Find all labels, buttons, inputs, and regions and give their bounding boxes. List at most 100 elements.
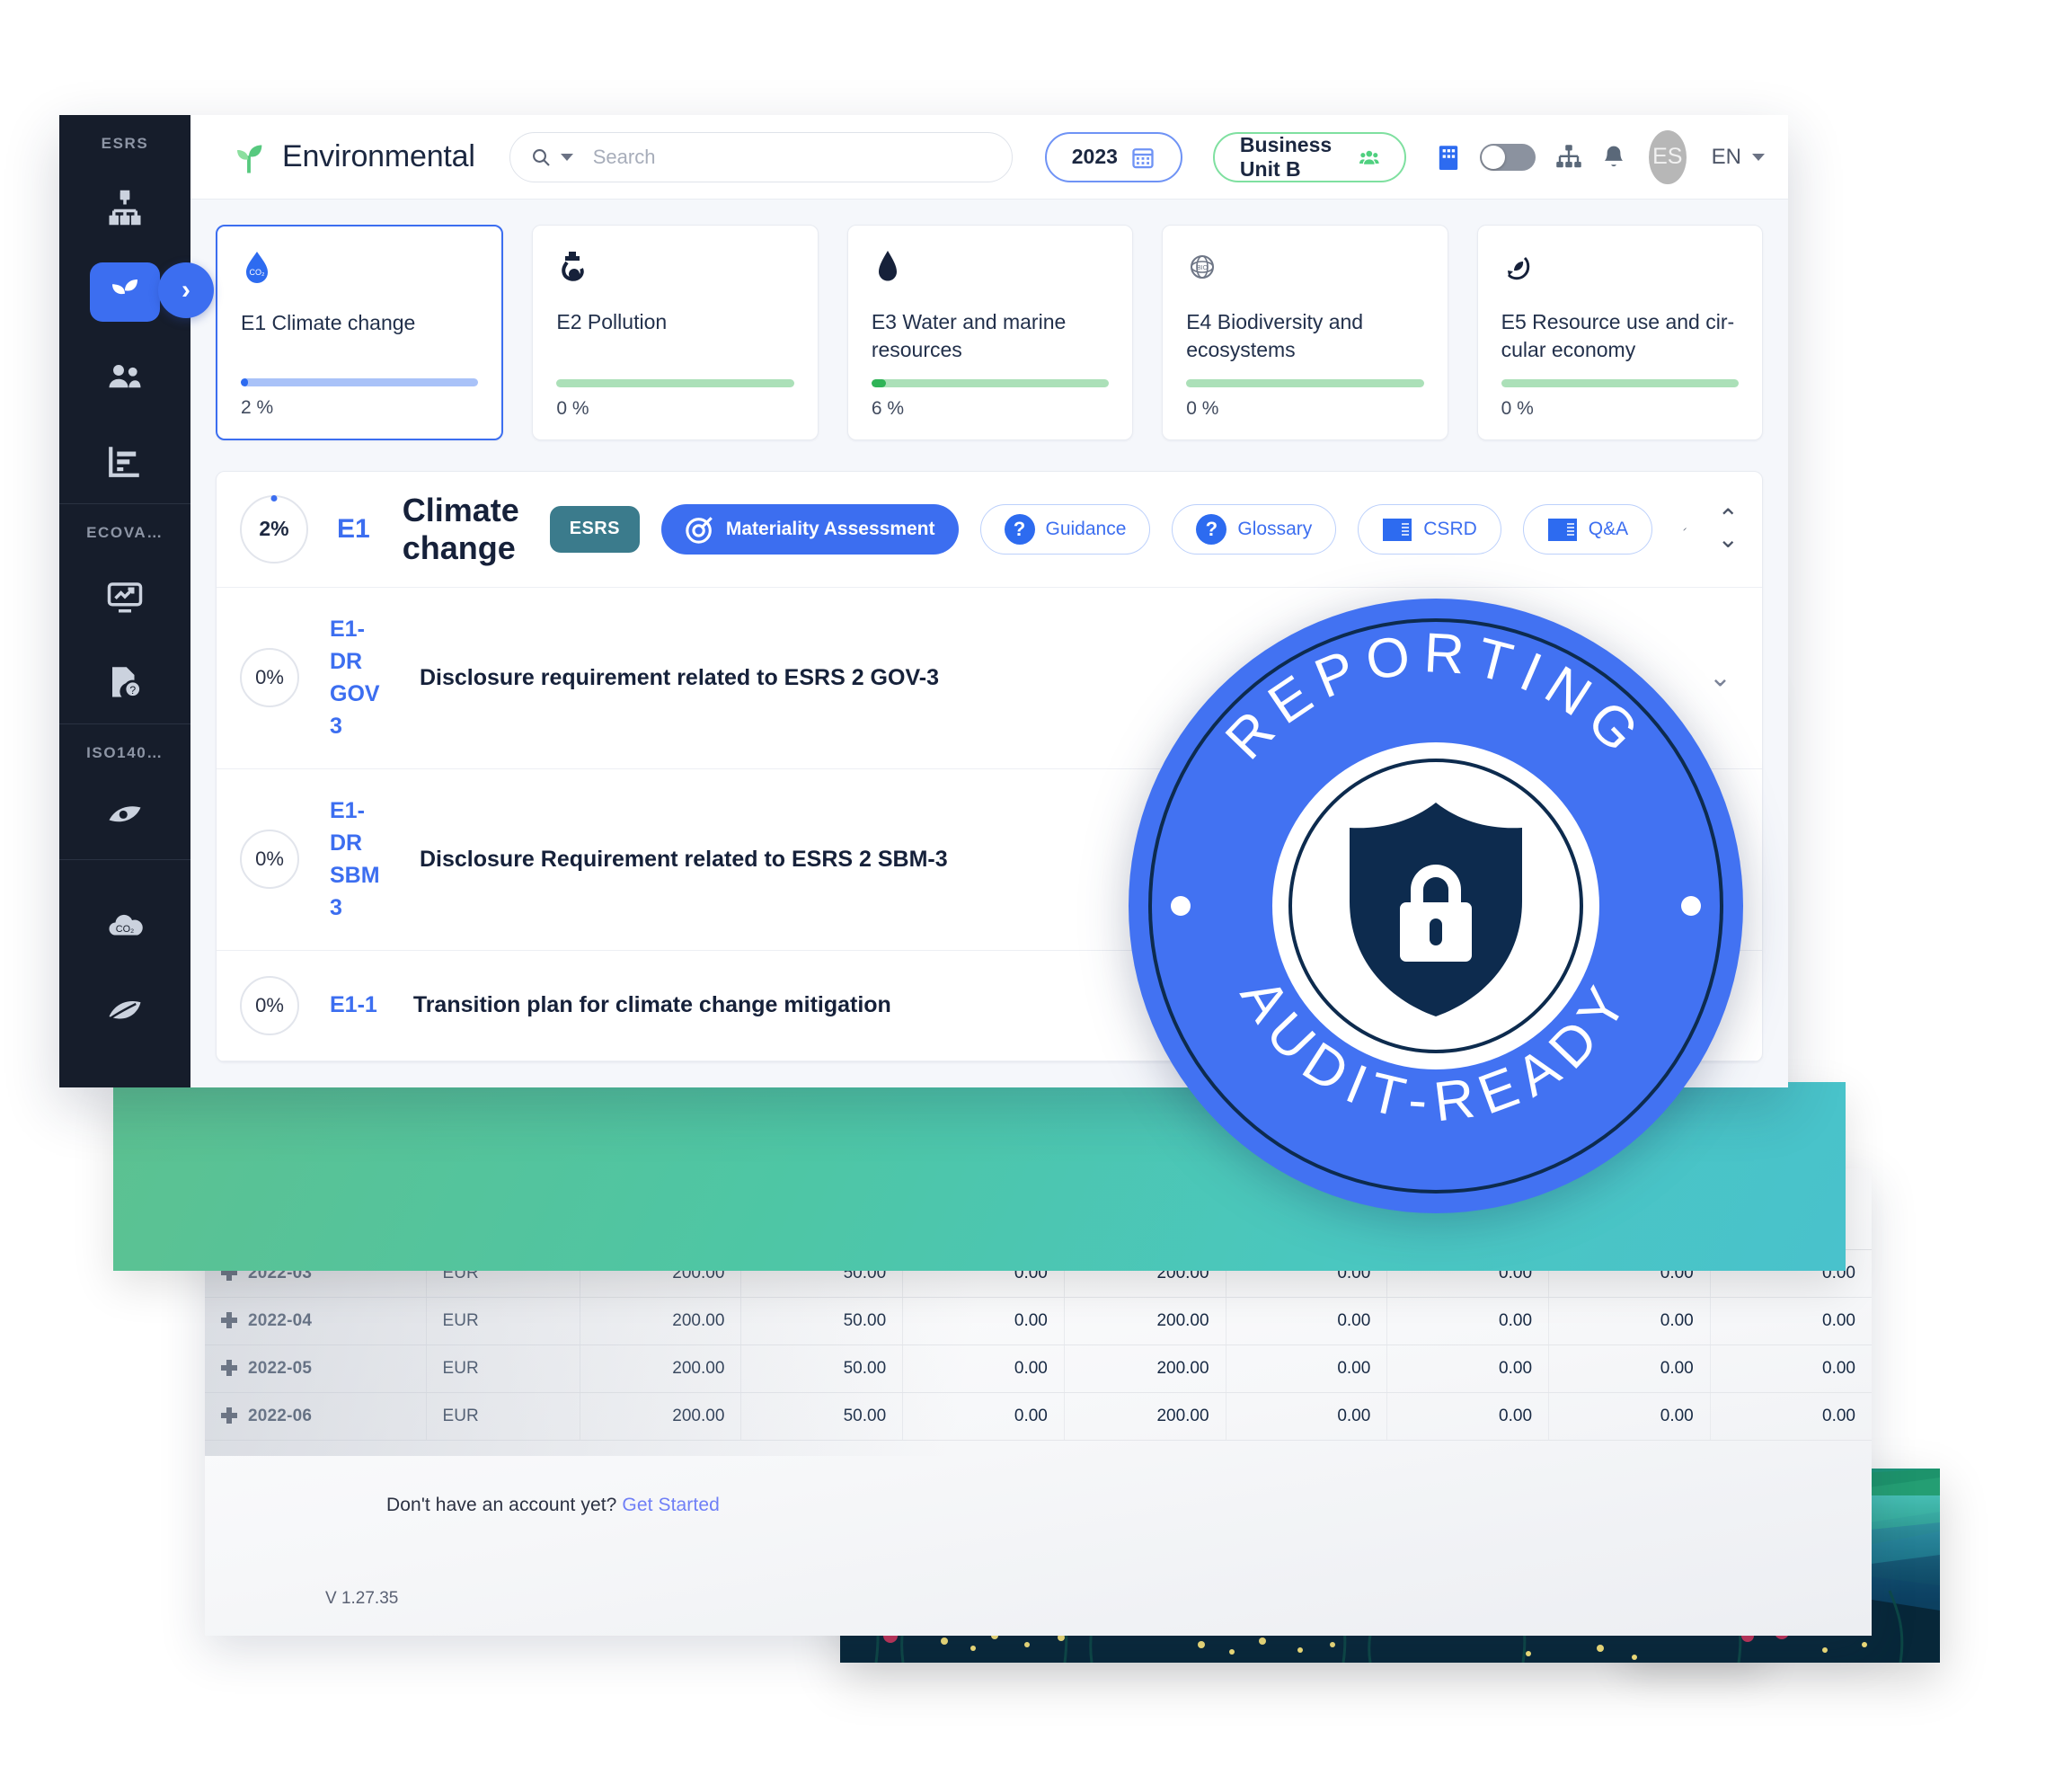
qa-button[interactable]: Q&A: [1522, 503, 1653, 555]
search-input[interactable]: Search: [509, 131, 1013, 182]
org-tree-icon[interactable]: [1555, 144, 1582, 170]
cell-value: 200.00: [580, 1297, 742, 1345]
progress-track: [1186, 378, 1424, 387]
year-selector[interactable]: 2023: [1044, 131, 1182, 182]
progress-fill: [241, 377, 248, 386]
progress-label: 0 %: [1501, 397, 1534, 419]
csrd-button[interactable]: CSRD: [1358, 503, 1501, 555]
cell-value: 0.00: [1226, 1297, 1388, 1345]
building-toggle[interactable]: [1479, 143, 1536, 171]
row-progress-ring: 0%: [240, 648, 299, 708]
row-title: Transition plan for climate change mitig…: [412, 992, 891, 1018]
button-label: Guidance: [1045, 518, 1127, 539]
glossary-button[interactable]: ? Glossary: [1172, 503, 1337, 555]
search-placeholder: Search: [592, 145, 656, 168]
cell-period: 2022-06: [205, 1392, 427, 1441]
table-row[interactable]: 2022-05 EUR 200.00 50.00 0.00 200.00 0.0…: [205, 1344, 1872, 1393]
row-progress-value: 0%: [255, 993, 284, 1016]
progress-track: [1501, 378, 1740, 387]
cell-value: 0.00: [902, 1344, 1065, 1393]
seal-dot-left: [1171, 896, 1191, 916]
caret-down-icon: [1752, 153, 1765, 161]
cell-value: 0.00: [1386, 1392, 1550, 1441]
plus-icon[interactable]: [221, 1312, 237, 1328]
caret-down-icon[interactable]: [560, 153, 573, 161]
sidebar-section-label-ecovadis: ECOVA…: [86, 524, 164, 541]
language-selector[interactable]: EN: [1712, 145, 1765, 170]
sidebar: ESRS ECOVA… ? ISO140… CO₂: [59, 115, 190, 1087]
materiality-assessment-button[interactable]: Materiality Assessment: [660, 503, 959, 555]
row-code: E1-1: [330, 992, 377, 1018]
sidebar-item-reports[interactable]: [90, 431, 160, 491]
question-circle-icon: ?: [1004, 513, 1035, 545]
cell-value: 200.00: [580, 1392, 742, 1441]
sidebar-item-environmental[interactable]: [90, 262, 160, 322]
table-body: 2022-03 EUR 200.00 50.00 0.00 200.00 0.0…: [205, 1249, 1872, 1441]
cell-value: 0.00: [1386, 1297, 1550, 1345]
row-progress-ring: 0%: [240, 830, 299, 890]
svg-text:CO₂: CO₂: [116, 924, 134, 935]
panel-progress-ring: 2%: [240, 494, 308, 564]
cell-value: 0.00: [1548, 1344, 1711, 1393]
sidebar-item-questionnaire[interactable]: ?: [90, 652, 160, 711]
topic-cards-row: CO₂ E1 Climate change 2 % E2 Pollution 0…: [216, 225, 1764, 440]
biodiversity-icon: BIO: [1186, 249, 1423, 288]
row-code: E1-DR GOV 3: [330, 616, 380, 740]
topbar-icons: [1437, 143, 1625, 171]
progress-track: [871, 378, 1110, 387]
audit-ready-seal: REPORTING AUDIT-READY: [1121, 591, 1750, 1220]
sidebar-expand-button[interactable]: ›: [158, 262, 214, 318]
cell-currency: EUR: [426, 1297, 580, 1345]
guidance-button[interactable]: ? Guidance: [979, 503, 1151, 555]
sidebar-item-social[interactable]: [90, 347, 160, 406]
sprout-icon: [112, 280, 137, 308]
sidebar-item-dashboard[interactable]: [90, 567, 160, 626]
cell-value: 0.00: [902, 1297, 1065, 1345]
button-label: CSRD: [1423, 518, 1477, 539]
row-progress-value: 0%: [255, 848, 284, 871]
pencil-icon[interactable]: [1683, 516, 1687, 543]
topic-title: E1 Climate change: [241, 311, 416, 334]
book-icon: [1383, 518, 1412, 541]
panel-header: 2% E1 Climate change ESRS Materiality As…: [217, 472, 1762, 588]
sidebar-item-iso14001[interactable]: [90, 787, 160, 847]
cell-value: 50.00: [740, 1297, 904, 1345]
cell-value: 0.00: [1710, 1392, 1872, 1441]
table-row[interactable]: 2022-04 EUR 200.00 50.00 0.00 200.00 0.0…: [205, 1297, 1872, 1345]
year-value: 2023: [1071, 145, 1118, 168]
target-icon: [686, 516, 713, 544]
avatar[interactable]: ES: [1648, 129, 1687, 184]
get-started-link[interactable]: Get Started: [622, 1495, 720, 1515]
sidebar-item-organisation[interactable]: [90, 178, 160, 237]
water-drop-icon: [872, 249, 1109, 288]
sidebar-divider: [59, 859, 190, 860]
topic-card-e5[interactable]: E5 Resource use and cir-cular economy 0 …: [1476, 225, 1764, 440]
version-label: V 1.27.35: [325, 1589, 399, 1608]
sort-updown-icon[interactable]: ⌃ ⌄: [1718, 506, 1739, 551]
plus-icon[interactable]: [221, 1360, 237, 1376]
cell-currency: EUR: [426, 1392, 580, 1441]
bell-icon[interactable]: [1602, 144, 1625, 171]
search-icon: [532, 148, 550, 166]
cell-value: 0.00: [1548, 1392, 1711, 1441]
sidebar-item-sustainability[interactable]: [90, 981, 160, 1040]
topic-card-e1[interactable]: CO₂ E1 Climate change 2 %: [216, 225, 504, 440]
svg-text:CO₂: CO₂: [250, 268, 266, 277]
financial-data-table: 2022-03 EUR 200.00 50.00 0.00 200.00 0.0…: [205, 1249, 1872, 1441]
book-icon: [1547, 518, 1577, 541]
seal-dot-right: [1681, 896, 1701, 916]
row-progress-ring: 0%: [240, 975, 299, 1035]
topic-card-e4[interactable]: BIO E4 Biodiversity and ecosystems 0 %: [1162, 225, 1448, 440]
leaf-icon: [109, 1001, 141, 1019]
esrs-tag: ESRS: [549, 505, 640, 553]
topic-card-e3[interactable]: E3 Water and marine resources 6 %: [846, 225, 1134, 440]
sidebar-item-carbon[interactable]: CO₂: [90, 896, 160, 955]
business-unit-selector[interactable]: Business Unit B: [1212, 131, 1406, 182]
svg-text:?: ?: [129, 684, 136, 697]
plus-icon[interactable]: [221, 1407, 237, 1424]
table-row[interactable]: 2022-06 EUR 200.00 50.00 0.00 200.00 0.0…: [205, 1392, 1872, 1441]
building-icon[interactable]: [1437, 145, 1460, 170]
cell-value: 50.00: [740, 1392, 904, 1441]
topic-card-e2[interactable]: E2 Pollution 0 %: [532, 225, 819, 440]
cell-value: 0.00: [1226, 1344, 1388, 1393]
